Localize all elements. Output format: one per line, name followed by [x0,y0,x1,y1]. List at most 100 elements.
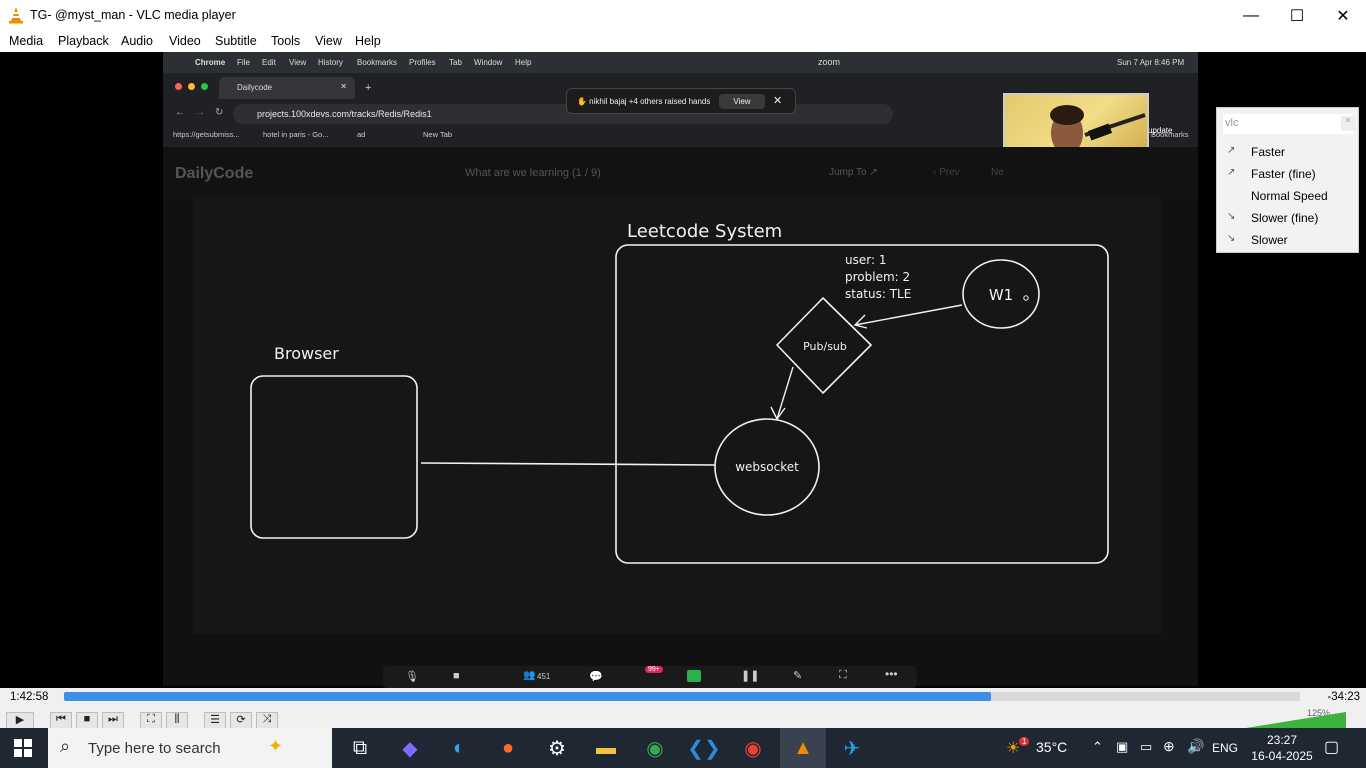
seek-bar[interactable] [64,692,1300,701]
random-icon: ⤨ [262,713,272,725]
copilot-icon[interactable]: ◆ [398,736,422,760]
jump-to-label: Jump To ↗ [829,167,878,178]
settings-icon[interactable]: ⚙ [545,736,569,760]
share-icon [687,670,701,682]
weather-temperature[interactable]: 35°C [1036,739,1067,755]
mac-zoom-label: zoom [818,57,841,67]
close-button[interactable]: ✕ [1320,0,1366,31]
fit-icon: ⛶ [839,669,847,681]
battery-icon[interactable]: ▭ [1140,739,1152,755]
mac-menu-file: File [237,58,250,67]
arrow-pubsub-websocket [776,366,794,420]
speed-slower-fine[interactable]: Slower (fine) [1251,211,1318,225]
maximize-icon: ☐ [1289,7,1305,25]
brave-icon[interactable]: ● [496,736,520,760]
clock-time: 23:27 [1266,733,1298,747]
fullscreen-icon: ⛶ [147,713,155,725]
chat-badge: 99+ [645,666,663,673]
menu-tools[interactable]: Tools [271,34,300,48]
loop-icon: ⟳ [236,714,246,726]
traffic-minimize-icon [188,83,195,90]
message-line: problem: 2 [845,270,910,284]
video-surface[interactable]: Chrome File Edit View History Bookmarks … [0,52,1366,688]
pause-share-icon: ❚❚ [741,670,760,682]
edge-icon[interactable]: ◐ [447,736,471,760]
arrowhead-icon [853,314,868,329]
volume-slider[interactable] [1236,710,1356,728]
lesson-title: What are we learning (1 / 9) [465,167,601,179]
menu-help[interactable]: Help [355,34,381,48]
clock[interactable]: 23:27 16-04-2025 [1250,732,1314,764]
browser-label: Browser [274,344,339,363]
pubsub-label: Pub/sub [803,340,847,353]
minimize-button[interactable]: — [1228,0,1274,31]
popup-search-input[interactable]: vlc [1223,114,1353,134]
mic-icon: 🎙 [405,671,419,683]
speed-faster[interactable]: Faster [1251,145,1285,159]
taskbar-search-placeholder: Type here to search [88,740,221,757]
message-line: user: 1 [845,253,886,267]
raise-hands-text: ✋ nikhil bajaj +4 others raised hands [577,97,711,106]
chrome-profile-icon[interactable]: ◉ [741,736,765,760]
mac-menu-help: Help [515,58,532,67]
windows-start-icon[interactable] [14,739,32,757]
prev-label: ‹ Prev [933,167,960,178]
language-indicator[interactable]: ENG [1212,741,1238,755]
search-icon: ⌕ [60,736,71,756]
menu-video[interactable]: Video [169,34,201,48]
whiteboard: Leetcode System Browser websocket Pub/su… [193,197,1161,634]
slower-icon: ↘ [1227,233,1236,244]
volume-icon[interactable]: 🔊 [1187,738,1204,755]
bookmark-item: https://getsubmiss... [173,130,240,139]
maximize-button[interactable]: ☐ [1274,0,1320,31]
playback-speed-menu: vlc ✕ ↗ Faster ↗ Faster (fine) Normal Sp… [1216,107,1359,253]
menu-bar: Media Playback Audio Video Subtitle Tool… [0,31,1366,52]
tab-close-icon: ✕ [340,82,347,91]
notification-icon[interactable]: ▢ [1324,737,1339,757]
network-icon[interactable]: ⊕ [1163,738,1175,755]
mac-app-name: Chrome [195,58,226,67]
file-explorer-icon[interactable]: ▬ [594,736,618,760]
speed-faster-fine[interactable]: Faster (fine) [1251,167,1316,181]
menu-playback[interactable]: Playback [58,34,109,48]
traffic-zoom-icon [201,83,208,90]
close-icon: ✕ [1336,7,1350,25]
mac-menu-window: Window [474,58,503,67]
toast-close-icon: ✕ [773,95,783,107]
menu-view[interactable]: View [315,34,342,48]
play-icon: ▶ [15,714,25,726]
arrowhead-icon [770,406,786,421]
vlc-cone-icon [9,7,23,24]
chrome-icon[interactable]: ◉ [643,736,667,760]
websocket-label: websocket [735,460,799,474]
clock-date: 16-04-2025 [1251,749,1313,763]
site-logo: DailyCode [175,165,254,182]
title-bar: TG- @myst_man - VLC media player — ☐ ✕ [0,0,1366,31]
speed-normal[interactable]: Normal Speed [1251,189,1328,203]
annotate-icon: ✎ [793,670,803,682]
raise-hands-toast: ✋ nikhil bajaj +4 others raised hands Vi… [566,88,796,114]
vlc-taskbar-icon: ▲ [793,736,813,759]
app-icon[interactable]: ✈ [840,736,864,760]
taskbar-search-box[interactable]: ⌕ Type here to search ✦ [48,728,332,768]
faster-fine-icon: ↗ [1227,167,1236,178]
tray-app-icon[interactable]: ▣ [1116,739,1128,755]
menu-audio[interactable]: Audio [121,34,153,48]
chrome-update-label: update [1148,126,1173,135]
connection-line [420,462,716,466]
vlc-taskbar-button[interactable]: ▲ [780,728,826,768]
menu-subtitle[interactable]: Subtitle [215,34,257,48]
address-url: projects.100xdevs.com/tracks/Redis/Redis… [257,109,432,119]
clear-search-icon[interactable]: ✕ [1341,116,1355,131]
mac-datetime: Sun 7 Apr 8:46 PM [1117,58,1185,67]
window-title: TG- @myst_man - VLC media player [30,8,236,22]
task-view-icon[interactable]: ⧉ [348,736,372,760]
search-highlight-icon: ✦ [268,736,284,756]
speed-slower[interactable]: Slower [1251,233,1288,247]
menu-media[interactable]: Media [9,34,43,48]
remaining-time[interactable]: -34:23 [1327,691,1360,703]
tray-chevron-icon[interactable]: ⌃ [1092,739,1103,755]
new-tab-icon: + [365,82,372,94]
vscode-icon[interactable]: ❮❯ [687,736,721,760]
mac-menu-tab: Tab [449,58,462,67]
